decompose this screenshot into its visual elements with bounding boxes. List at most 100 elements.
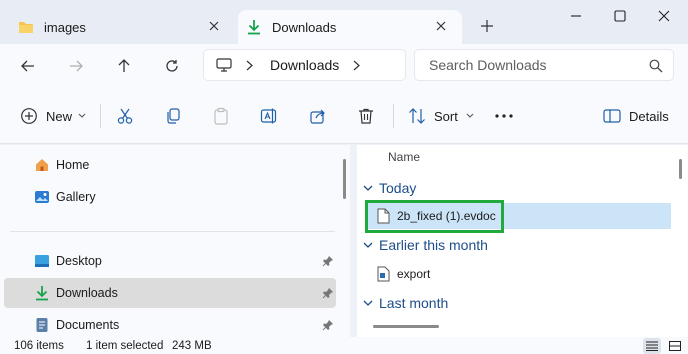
sort-button-label: Sort bbox=[434, 108, 458, 124]
selection-size: 243 MB bbox=[172, 340, 212, 352]
chevron-down-icon bbox=[363, 298, 373, 308]
close-window-button[interactable] bbox=[650, 4, 678, 28]
sidebar-item-documents[interactable]: Documents bbox=[4, 310, 336, 337]
refresh-button[interactable] bbox=[158, 52, 186, 80]
gallery-icon bbox=[34, 189, 50, 205]
sidebar-divider bbox=[10, 231, 335, 232]
tiles-view-button[interactable] bbox=[666, 338, 684, 354]
selection-count: 1 item selected bbox=[86, 340, 164, 352]
clipboard-icon bbox=[212, 107, 230, 125]
up-button[interactable] bbox=[110, 52, 138, 80]
document-file-icon bbox=[377, 266, 391, 282]
pin-icon[interactable] bbox=[322, 287, 334, 299]
download-icon bbox=[34, 285, 50, 301]
navigation-bar: Downloads bbox=[0, 44, 688, 88]
sidebar-item-label: Gallery bbox=[56, 190, 96, 204]
details-view-button[interactable] bbox=[643, 338, 661, 354]
address-bar[interactable]: Downloads bbox=[203, 49, 406, 81]
sort-button[interactable]: Sort bbox=[408, 104, 474, 128]
sidebar-item-downloads[interactable]: Downloads bbox=[4, 278, 336, 308]
sidebar-item-label: Home bbox=[56, 158, 90, 172]
more-options-button[interactable] bbox=[494, 104, 514, 128]
horizontal-scrollbar[interactable] bbox=[373, 325, 439, 328]
file-row[interactable]: export bbox=[367, 261, 671, 287]
cut-button[interactable] bbox=[116, 104, 134, 128]
sidebar-item-label: Desktop bbox=[56, 254, 102, 268]
new-button[interactable]: New bbox=[20, 104, 86, 128]
trash-icon bbox=[357, 107, 375, 125]
file-icon bbox=[377, 208, 391, 224]
group-header[interactable]: Last month bbox=[363, 292, 448, 314]
details-pane-icon bbox=[603, 108, 621, 124]
file-name: export bbox=[397, 267, 431, 281]
toolbar-divider bbox=[100, 104, 101, 128]
more-icon bbox=[494, 113, 514, 119]
group-header[interactable]: Today bbox=[363, 177, 416, 199]
close-icon[interactable] bbox=[434, 19, 448, 33]
status-bar: 106 items 1 item selected 243 MB bbox=[0, 337, 688, 354]
search-icon bbox=[649, 59, 663, 73]
new-button-label: New bbox=[46, 108, 73, 124]
new-tab-button[interactable] bbox=[476, 15, 498, 37]
group-label: Today bbox=[379, 180, 417, 196]
back-button[interactable] bbox=[14, 52, 42, 80]
sidebar-item-gallery[interactable]: Gallery bbox=[4, 182, 336, 212]
desktop-icon bbox=[34, 253, 50, 269]
chevron-down-icon bbox=[466, 113, 474, 119]
rename-icon bbox=[260, 107, 278, 125]
folder-icon bbox=[18, 19, 34, 35]
tab-images[interactable]: images bbox=[10, 10, 235, 44]
search-box[interactable] bbox=[414, 49, 674, 81]
breadcrumb[interactable]: Downloads bbox=[270, 57, 339, 73]
forward-button[interactable] bbox=[62, 52, 90, 80]
tab-downloads[interactable]: Downloads bbox=[238, 10, 462, 44]
file-row[interactable]: 2b_fixed (1).evdoc bbox=[365, 200, 671, 233]
documents-icon bbox=[34, 317, 50, 333]
chevron-down-icon bbox=[78, 113, 86, 119]
group-label: Earlier this month bbox=[379, 237, 488, 253]
download-icon bbox=[246, 19, 262, 35]
file-name: 2b_fixed (1).evdoc bbox=[397, 209, 496, 223]
command-bar: New Sort Details bbox=[0, 88, 688, 144]
maximize-button[interactable] bbox=[606, 4, 634, 28]
file-list: Name Today 2b_fixed (1).evdoc Earlier th… bbox=[357, 145, 688, 337]
sort-icon bbox=[408, 107, 426, 125]
details-button-label: Details bbox=[629, 108, 669, 124]
column-header-name[interactable]: Name bbox=[388, 150, 420, 164]
home-icon bbox=[34, 157, 50, 173]
paste-button[interactable] bbox=[212, 104, 230, 128]
group-header[interactable]: Earlier this month bbox=[363, 234, 488, 256]
chevron-right-icon[interactable] bbox=[353, 59, 363, 71]
computer-icon bbox=[216, 57, 232, 73]
copy-icon bbox=[164, 107, 182, 125]
sidebar-item-home[interactable]: Home bbox=[4, 150, 336, 180]
copy-button[interactable] bbox=[164, 104, 182, 128]
share-button[interactable] bbox=[309, 104, 327, 128]
tab-label: images bbox=[44, 19, 86, 35]
plus-circle-icon bbox=[20, 107, 38, 125]
details-view-icon bbox=[646, 341, 658, 351]
pin-icon[interactable] bbox=[322, 319, 334, 331]
details-button[interactable]: Details bbox=[603, 104, 669, 128]
sidebar-scrollbar[interactable] bbox=[343, 159, 346, 199]
group-label: Last month bbox=[379, 295, 449, 311]
search-input[interactable] bbox=[429, 57, 639, 73]
scissors-icon bbox=[116, 107, 134, 125]
minimize-button[interactable] bbox=[562, 4, 590, 28]
item-count: 106 items bbox=[14, 340, 64, 352]
vertical-scrollbar[interactable] bbox=[679, 159, 682, 179]
delete-button[interactable] bbox=[357, 104, 375, 128]
chevron-right-icon[interactable] bbox=[246, 59, 256, 71]
sidebar-item-label: Downloads bbox=[56, 286, 118, 300]
close-icon[interactable] bbox=[207, 19, 221, 33]
tab-bar: images Downloads bbox=[0, 0, 688, 44]
pin-icon[interactable] bbox=[322, 255, 334, 267]
toolbar-divider bbox=[393, 104, 394, 128]
share-icon bbox=[309, 107, 327, 125]
chevron-down-icon bbox=[363, 240, 373, 250]
tiles-view-icon bbox=[669, 341, 681, 351]
navigation-pane: Home Gallery Desktop Downloads Documents bbox=[0, 145, 350, 337]
rename-button[interactable] bbox=[260, 104, 278, 128]
sidebar-item-desktop[interactable]: Desktop bbox=[4, 246, 336, 276]
tab-label: Downloads bbox=[272, 19, 337, 35]
